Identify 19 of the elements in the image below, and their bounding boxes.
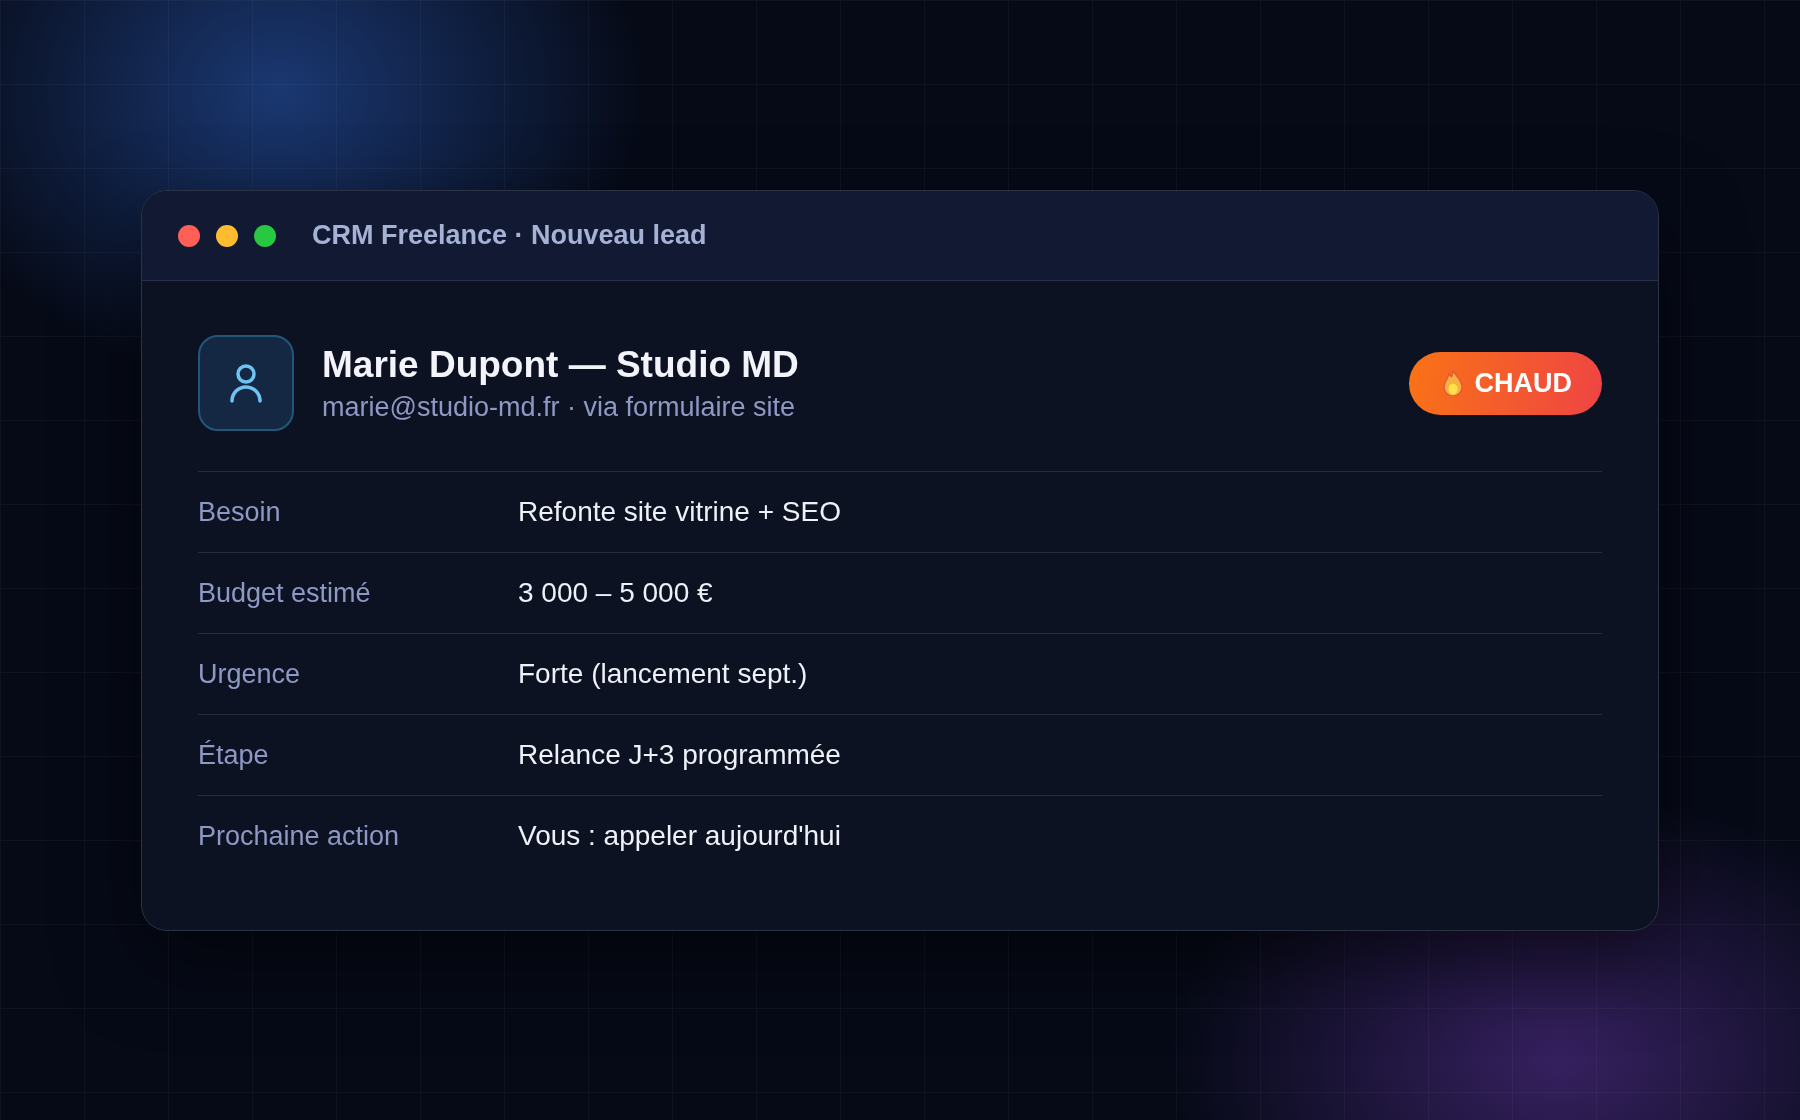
zoom-button[interactable] <box>254 224 276 247</box>
field-value: Vous : appeler aujourd'hui <box>518 820 841 852</box>
field-value: Relance J+3 programmée <box>518 739 841 771</box>
lead-name: Marie Dupont — Studio MD <box>322 343 800 386</box>
flame-icon <box>1442 370 1463 396</box>
person-icon <box>228 363 264 403</box>
status-badge: CHAUD <box>1408 351 1602 415</box>
lead-subtitle: marie@studio-md.fr · via formulaire site <box>322 391 797 423</box>
field-label: Urgence <box>198 658 302 690</box>
field-value: Refonte site vitrine + SEO <box>518 496 841 528</box>
field-value: 3 000 – 5 000 € <box>518 577 713 609</box>
field-label: Budget estimé <box>198 577 372 609</box>
field-label: Prochaine action <box>198 820 401 852</box>
window-title: CRM Freelance · Nouveau lead <box>312 220 707 251</box>
field-label: Étape <box>198 739 270 771</box>
minimize-button[interactable] <box>216 224 238 247</box>
close-button[interactable] <box>178 224 200 247</box>
field-label: Besoin <box>198 496 282 528</box>
field-value: Forte (lancement sept.) <box>518 658 808 690</box>
